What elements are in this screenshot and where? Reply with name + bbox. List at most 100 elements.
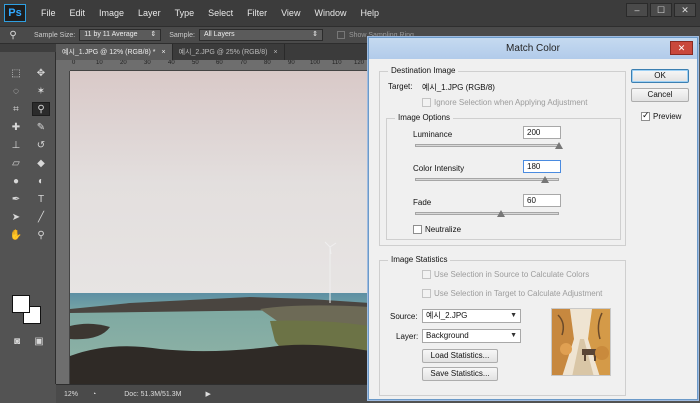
color-intensity-input[interactable]: 180 <box>523 160 561 173</box>
sample-size-select[interactable]: 11 by 11 Average ⇕ <box>79 29 162 41</box>
target-value: 예시_1.JPG (RGB/8) <box>422 83 495 92</box>
save-statistics-button[interactable]: Save Statistics... <box>422 367 498 381</box>
image-statistics-legend: Image Statistics <box>388 255 451 264</box>
layer-value: Background <box>426 331 469 340</box>
luminance-slider[interactable] <box>415 144 559 147</box>
color-intensity-slider[interactable] <box>415 178 559 181</box>
menu-type[interactable]: Type <box>168 0 202 26</box>
close-window-button[interactable]: ✕ <box>674 3 696 17</box>
chevron-down-icon: ⇕ <box>150 31 157 38</box>
cancel-button[interactable]: Cancel <box>631 88 689 102</box>
paint-bucket-tool-icon[interactable]: ◆ <box>32 156 50 170</box>
path-selection-tool-icon[interactable]: ➤ <box>7 210 25 224</box>
zoom-level[interactable]: 12% <box>64 391 78 398</box>
menu-file[interactable]: File <box>34 0 63 26</box>
ruler-tick-label: 90 <box>288 60 295 66</box>
ruler-tick-label: 80 <box>264 60 271 66</box>
destination-image-group: Destination Image Target: 예시_1.JPG (RGB/… <box>379 66 626 246</box>
ruler-tick-label: 0 <box>72 60 76 66</box>
healing-brush-tool-icon[interactable]: ✚ <box>7 120 25 134</box>
luminance-slider-handle[interactable] <box>555 142 563 149</box>
quick-mask-icon[interactable]: ◙ <box>8 334 26 348</box>
chevron-down-icon: ▼ <box>510 312 517 319</box>
brush-tool-icon[interactable]: ✎ <box>32 120 50 134</box>
dialog-title-bar[interactable]: Match Color ✕ <box>369 38 697 59</box>
window-controls: – ☐ ✕ <box>626 3 696 17</box>
crop-tool-icon[interactable]: ⌗ <box>7 102 25 116</box>
foreground-color-swatch[interactable] <box>12 295 30 313</box>
move-tool-icon[interactable]: ✥ <box>32 66 50 80</box>
destination-image-legend: Destination Image <box>388 66 459 75</box>
neutralize-checkbox[interactable] <box>413 225 422 234</box>
eraser-tool-icon[interactable]: ▱ <box>7 156 25 170</box>
fade-input[interactable]: 60 <box>523 194 561 207</box>
magic-wand-tool-icon[interactable]: ✶ <box>32 84 50 98</box>
image-options-group: Image Options Luminance 200 Color Intens… <box>386 113 621 240</box>
show-sampling-ring-checkbox[interactable] <box>336 31 345 39</box>
ok-button[interactable]: OK <box>631 69 689 83</box>
status-menu-arrow-icon[interactable]: ▶ <box>205 390 210 398</box>
tab-doc-2[interactable]: 예시_2.JPG @ 25% (RGB/8) × <box>173 44 285 60</box>
dialog-close-button[interactable]: ✕ <box>670 41 693 55</box>
ruler-tick-label: 120 <box>354 60 365 66</box>
landscape-photo <box>70 71 370 384</box>
menu-edit[interactable]: Edit <box>63 0 93 26</box>
source-thumbnail <box>551 308 611 376</box>
sample-label: Sample: <box>169 31 195 39</box>
history-brush-tool-icon[interactable]: ↺ <box>32 138 50 152</box>
ruler-tick-label: 30 <box>144 60 151 66</box>
hand-tool-icon[interactable]: ✋ <box>7 228 25 242</box>
blur-tool-icon[interactable]: ● <box>7 174 25 188</box>
neutralize-label: Neutralize <box>425 225 462 234</box>
fade-slider-handle[interactable] <box>497 210 506 217</box>
sample-size-value: 11 by 11 Average <box>84 31 138 38</box>
color-intensity-slider-handle[interactable] <box>540 176 549 183</box>
ruler-tick-label: 20 <box>120 60 127 66</box>
menu-layer[interactable]: Layer <box>131 0 168 26</box>
vertical-ruler <box>56 71 70 384</box>
luminance-label: Luminance <box>413 130 453 139</box>
maximize-button[interactable]: ☐ <box>650 3 672 17</box>
type-tool-icon[interactable]: T <box>32 192 50 206</box>
match-color-dialog: Match Color ✕ Destination Image Target: … <box>368 37 698 400</box>
marquee-tool-icon[interactable]: ⬚ <box>7 66 25 80</box>
layer-dropdown[interactable]: Background ▼ <box>422 329 521 343</box>
tab-doc-1[interactable]: 예시_1.JPG @ 12% (RGB/8) * × <box>56 44 173 60</box>
close-icon[interactable]: × <box>273 49 277 56</box>
image-options-legend: Image Options <box>395 113 454 122</box>
ruler-tick-label: 100 <box>310 60 321 66</box>
zoom-tool-icon[interactable]: ⚲ <box>32 228 50 242</box>
screen-mode-icon[interactable]: ▣ <box>30 334 48 348</box>
eyedropper-tool-icon[interactable]: ⚲ <box>32 102 50 116</box>
load-statistics-button[interactable]: Load Statistics... <box>422 349 498 363</box>
luminance-input[interactable]: 200 <box>523 126 561 139</box>
dialog-title: Match Color <box>506 43 560 54</box>
sample-select[interactable]: All Layers ⇕ <box>198 29 323 41</box>
panel-grip[interactable] <box>0 44 56 52</box>
clone-stamp-tool-icon[interactable]: ⊥ <box>7 138 25 152</box>
menu-image[interactable]: Image <box>92 0 131 26</box>
share-icon[interactable]: ◔ <box>92 391 96 398</box>
close-icon[interactable]: × <box>162 49 166 56</box>
line-tool-icon[interactable]: ╱ <box>32 210 50 224</box>
menu-filter[interactable]: Filter <box>240 0 274 26</box>
fade-slider[interactable] <box>415 212 559 215</box>
eyedropper-icon[interactable]: ⚲ <box>0 30 26 41</box>
sample-size-label: Sample Size: <box>34 31 76 39</box>
pen-tool-icon[interactable]: ✒ <box>7 192 25 206</box>
menu-select[interactable]: Select <box>201 0 240 26</box>
source-value: 예시_2.JPG <box>426 311 468 320</box>
tab-label: 예시_1.JPG @ 12% (RGB/8) * <box>62 49 156 56</box>
menu-window[interactable]: Window <box>307 0 353 26</box>
minimize-button[interactable]: – <box>626 3 648 17</box>
source-dropdown[interactable]: 예시_2.JPG ▼ <box>422 309 521 323</box>
document-canvas[interactable] <box>70 71 370 384</box>
menu-view[interactable]: View <box>274 0 307 26</box>
menu-help[interactable]: Help <box>353 0 386 26</box>
ruler-origin[interactable] <box>56 60 70 71</box>
preview-checkbox[interactable] <box>641 110 650 121</box>
lasso-tool-icon[interactable]: ◌ <box>7 84 25 98</box>
dodge-tool-icon[interactable]: ◐ <box>32 174 50 188</box>
use-selection-target-checkbox <box>422 289 431 298</box>
use-selection-source-checkbox <box>422 270 431 279</box>
